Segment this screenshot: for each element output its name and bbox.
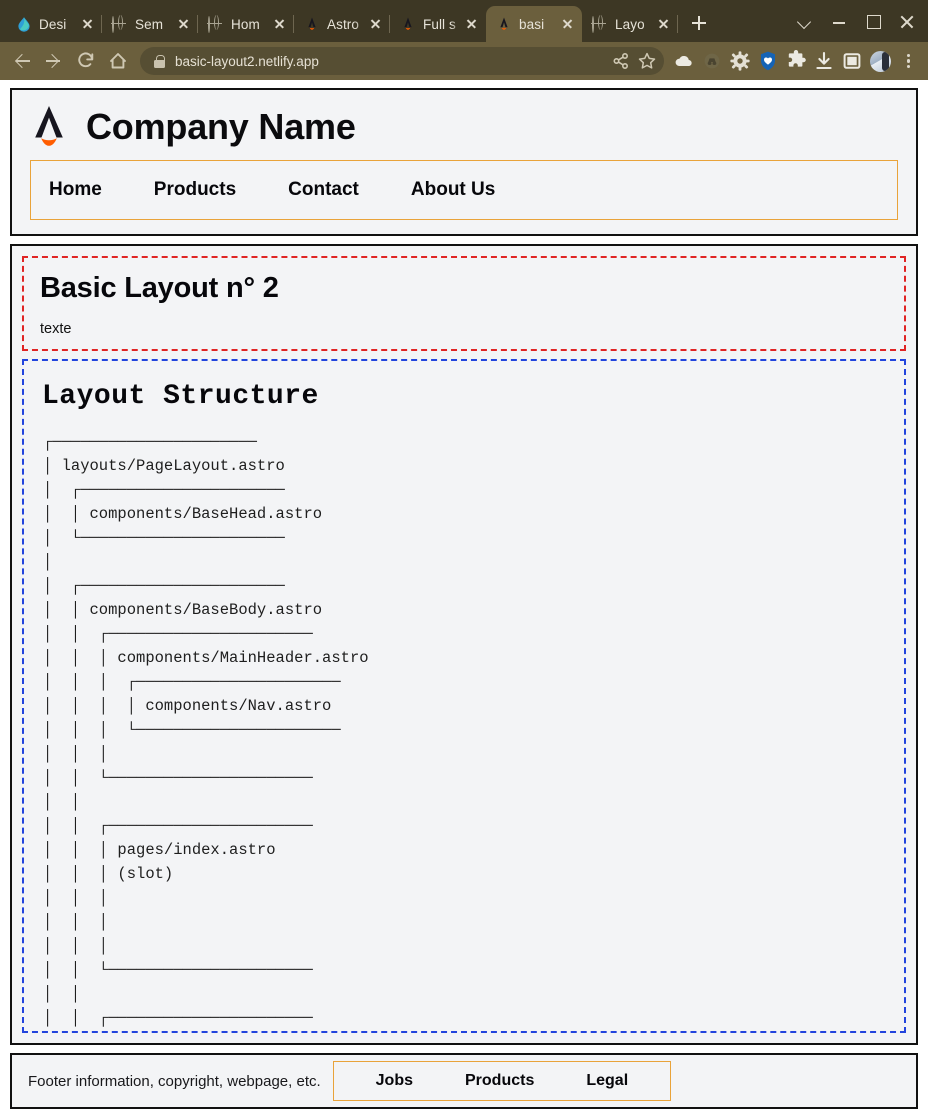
footer-navigation: Jobs Products Legal	[332, 1061, 672, 1101]
astro-icon	[496, 16, 512, 32]
url-text[interactable]: basic-layout2.netlify.app	[175, 54, 608, 69]
globe-icon	[208, 16, 224, 33]
nav-link-home[interactable]: Home	[49, 179, 128, 201]
browser-tab-5-active[interactable]: basi	[486, 6, 582, 42]
gear-icon[interactable]	[726, 47, 754, 75]
close-icon[interactable]	[174, 15, 192, 33]
toolbar-extensions	[670, 47, 922, 75]
page-viewport: Company Name Home Products Contact About…	[0, 80, 928, 1117]
close-icon[interactable]	[558, 15, 576, 33]
footer-link-jobs[interactable]: Jobs	[350, 1072, 439, 1090]
reload-icon[interactable]	[70, 46, 102, 76]
browser-tab-1[interactable]: Sem	[102, 6, 198, 42]
globe-icon	[592, 16, 608, 33]
incognito-icon[interactable]	[698, 47, 726, 75]
layout-structure-section: Layout Structure ┌──────────────────────…	[22, 359, 906, 1033]
intro-section: Basic Layout n° 2 texte	[22, 256, 906, 351]
footer-link-products[interactable]: Products	[439, 1072, 560, 1090]
drop-icon	[16, 16, 32, 32]
layout-structure-heading: Layout Structure	[42, 381, 319, 412]
footer-link-legal[interactable]: Legal	[560, 1072, 654, 1090]
browser-tab-2[interactable]: Hom	[198, 6, 294, 42]
site-main: Basic Layout n° 2 texte Layout Structure…	[10, 244, 918, 1045]
download-icon[interactable]	[810, 47, 838, 75]
astro-icon	[304, 16, 320, 32]
back-icon[interactable]	[6, 46, 38, 76]
browser-tab-4[interactable]: Full s	[390, 6, 486, 42]
site-header: Company Name Home Products Contact About…	[10, 88, 918, 236]
astro-logo-icon	[30, 104, 68, 150]
avatar[interactable]	[866, 47, 894, 75]
brand-row: Company Name	[30, 104, 898, 160]
nav-link-products[interactable]: Products	[154, 179, 262, 201]
lock-icon	[154, 54, 165, 68]
close-icon[interactable]	[270, 15, 288, 33]
tab-strip: Desi Sem Hom Astro Full s basi Layo	[0, 0, 928, 42]
browser-tab-3[interactable]: Astro	[294, 6, 390, 42]
shield-heart-icon[interactable]	[754, 47, 782, 75]
site-footer: Footer information, copyright, webpage, …	[10, 1053, 918, 1109]
puzzle-icon[interactable]	[782, 47, 810, 75]
close-icon[interactable]	[462, 15, 480, 33]
new-tab-button[interactable]	[682, 6, 716, 40]
page-title: Company Name	[86, 106, 356, 147]
tab-label: basi	[519, 16, 545, 32]
footer-info-text: Footer information, copyright, webpage, …	[28, 1072, 321, 1090]
tab-label: Full s	[423, 16, 456, 32]
browser-window: Desi Sem Hom Astro Full s basi Layo basi…	[0, 0, 928, 1117]
maximize-button[interactable]	[856, 5, 890, 37]
tab-label: Layo	[615, 16, 645, 32]
browser-tab-0[interactable]: Desi	[6, 6, 102, 42]
minimize-button[interactable]	[822, 5, 856, 37]
astro-icon	[400, 16, 416, 32]
sidebar-icon[interactable]	[838, 47, 866, 75]
address-bar-actions	[608, 48, 660, 74]
main-navigation: Home Products Contact About Us	[30, 160, 898, 220]
address-bar[interactable]: basic-layout2.netlify.app	[140, 47, 664, 75]
browser-tab-6[interactable]: Layo	[582, 6, 678, 42]
browser-toolbar: basic-layout2.netlify.app	[0, 42, 928, 80]
profile-avatar-image	[869, 50, 891, 72]
close-window-button[interactable]	[890, 5, 924, 37]
kebab-menu-icon[interactable]	[894, 47, 922, 75]
intro-body-text: texte	[40, 321, 72, 337]
layout-structure-tree: ┌────────────────────── │ layouts/PageLa…	[43, 433, 369, 1027]
window-controls	[788, 0, 928, 42]
tab-search-chevron-down-icon[interactable]	[788, 5, 822, 37]
share-icon[interactable]	[608, 48, 634, 74]
nav-link-about-us[interactable]: About Us	[411, 179, 521, 201]
home-icon[interactable]	[102, 46, 134, 76]
close-icon[interactable]	[366, 15, 384, 33]
intro-heading: Basic Layout n° 2	[40, 272, 279, 304]
tab-label: Astro	[327, 16, 360, 32]
close-icon[interactable]	[78, 15, 96, 33]
close-icon[interactable]	[654, 15, 672, 33]
forward-icon[interactable]	[38, 46, 70, 76]
nav-link-contact[interactable]: Contact	[288, 179, 385, 201]
tab-label: Sem	[135, 16, 164, 32]
tab-label: Desi	[39, 16, 67, 32]
tab-label: Hom	[231, 16, 260, 32]
bookmark-star-icon[interactable]	[634, 48, 660, 74]
cloud-icon[interactable]	[670, 47, 698, 75]
globe-icon	[112, 16, 128, 33]
